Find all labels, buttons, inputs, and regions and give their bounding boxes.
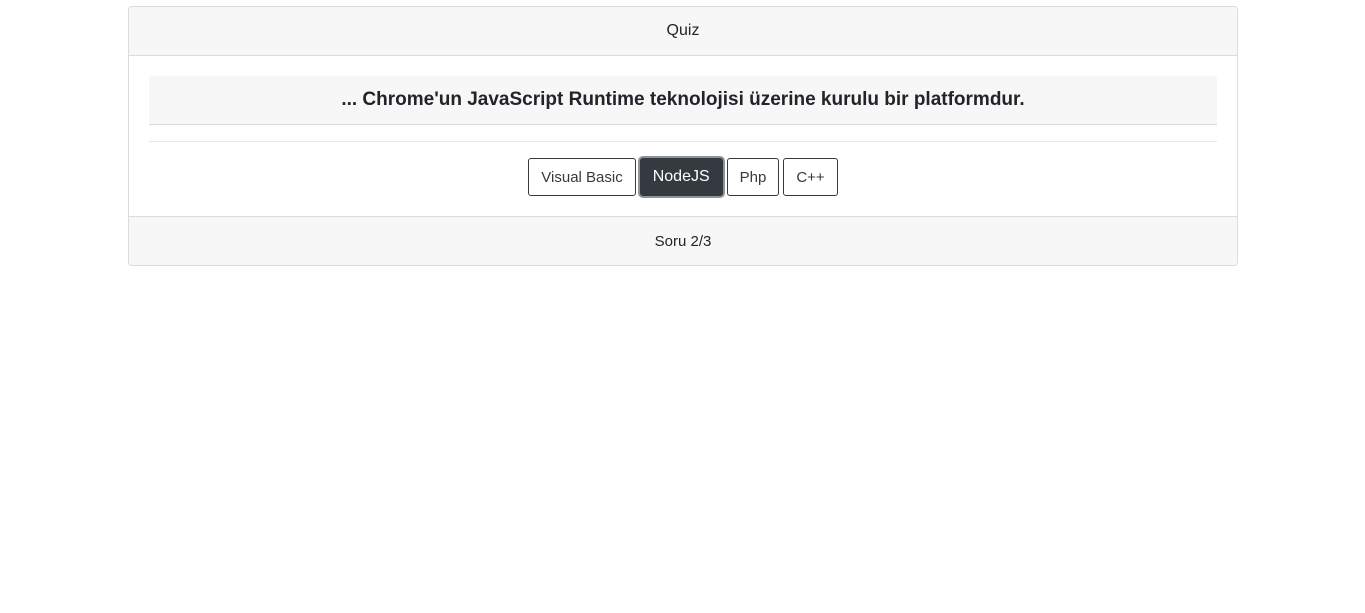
card-header: Quiz — [129, 7, 1237, 56]
question-box: ... Chrome'un JavaScript Runtime teknolo… — [149, 76, 1217, 125]
quiz-card: Quiz ... Chrome'un JavaScript Runtime te… — [128, 6, 1238, 266]
quiz-title: Quiz — [666, 22, 700, 39]
answer-button-cpp[interactable]: C++ — [783, 158, 838, 196]
answer-options: Visual Basic NodeJS Php C++ — [129, 158, 1237, 196]
answer-button-visual-basic[interactable]: Visual Basic — [528, 158, 636, 196]
divider — [149, 141, 1217, 142]
answer-button-php[interactable]: Php — [726, 158, 780, 196]
answer-button-nodejs[interactable]: NodeJS — [639, 158, 723, 196]
card-body: ... Chrome'un JavaScript Runtime teknolo… — [129, 56, 1237, 216]
card-footer: Soru 2/3 — [129, 216, 1237, 265]
question-progress: Soru 2/3 — [654, 232, 712, 250]
question-text: ... Chrome'un JavaScript Runtime teknolo… — [341, 89, 1025, 110]
